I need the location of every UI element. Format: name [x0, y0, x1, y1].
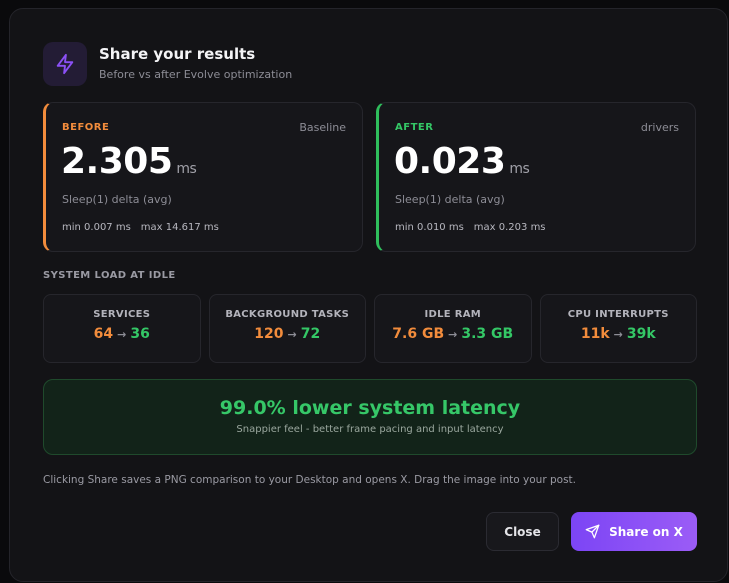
stat-before-value: 120: [254, 326, 284, 342]
stat-label: BACKGROUND TASKS: [225, 309, 350, 320]
after-max: max 0.203 ms: [473, 222, 546, 233]
dialog-subtitle: Before vs after Evolve optimization: [99, 68, 293, 81]
after-label: AFTER: [395, 122, 434, 133]
stat-after-value: 36: [130, 326, 150, 342]
before-description: Sleep(1) delta (avg): [62, 193, 172, 206]
arrow-right-icon: →: [287, 328, 297, 341]
stat-before-value: 11k: [580, 326, 610, 342]
system-load-stats: SERVICES 64 → 36 BACKGROUND TASKS 120 → 72 I…: [43, 294, 697, 363]
stat-label: SERVICES: [93, 309, 151, 320]
stat-after-value: 72: [300, 326, 321, 342]
before-range: min 0.007 ms max 14.617 ms: [62, 222, 219, 233]
after-value-unit: ms: [509, 161, 530, 177]
stat-after-value: 39k: [626, 326, 656, 342]
stat-before-value: 7.6 GB: [392, 326, 445, 342]
stat-background-tasks: BACKGROUND TASKS 120 → 72: [208, 294, 366, 363]
share-on-x-button[interactable]: Share on X: [571, 512, 697, 551]
after-description: Sleep(1) delta (avg): [395, 193, 505, 206]
stat-cpu-interrupts: CPU INTERRUPTS 11k → 39k: [539, 294, 697, 363]
stat-values: 7.6 GB → 3.3 GB: [375, 326, 531, 342]
improvement-subtitle: Snappier feel - better frame pacing and …: [236, 424, 504, 435]
stat-idle-ram: IDLE RAM 7.6 GB → 3.3 GB: [374, 294, 532, 363]
after-min: min 0.010 ms: [395, 222, 464, 233]
stat-before-value: 64: [93, 326, 114, 342]
arrow-right-icon: →: [448, 328, 458, 341]
before-label: BEFORE: [62, 122, 110, 133]
share-button-label: Share on X: [609, 524, 683, 539]
before-max: max 14.617 ms: [140, 222, 219, 233]
send-icon: [585, 524, 600, 539]
before-min: min 0.007 ms: [62, 222, 131, 233]
after-value: 0.023 ms: [394, 141, 530, 182]
after-range: min 0.010 ms max 0.203 ms: [395, 222, 546, 233]
arrow-right-icon: →: [117, 328, 127, 341]
before-tag: Baseline: [299, 121, 346, 134]
improvement-title: 99.0% lower system latency: [219, 397, 521, 419]
system-load-label: SYSTEM LOAD AT IDLE: [43, 270, 176, 281]
stat-after-value: 3.3 GB: [461, 326, 514, 342]
stat-values: 11k → 39k: [541, 326, 697, 342]
header-icon-badge: [43, 42, 87, 86]
stat-values: 120 → 72: [210, 326, 366, 342]
dialog-title: Share your results: [99, 45, 256, 63]
lightning-icon: [56, 53, 74, 75]
before-value-unit: ms: [176, 161, 197, 177]
stat-values: 64 → 36: [44, 326, 200, 342]
after-value-number: 0.023: [394, 141, 506, 182]
arrow-right-icon: →: [613, 328, 623, 341]
before-value: 2.305 ms: [61, 141, 197, 182]
stat-services: SERVICES 64 → 36: [43, 294, 201, 363]
before-card: BEFORE Baseline 2.305 ms Sleep(1) delta (…: [43, 102, 363, 252]
after-tag: drivers: [640, 121, 679, 134]
close-button-label: Close: [504, 524, 541, 539]
before-value-number: 2.305: [61, 141, 173, 182]
after-card: AFTER drivers 0.023 ms Sleep(1) delta (av…: [376, 102, 696, 252]
close-button[interactable]: Close: [486, 512, 559, 551]
share-note: Clicking Share saves a PNG comparison to…: [43, 474, 576, 486]
stat-label: CPU INTERRUPTS: [567, 309, 669, 320]
share-results-dialog: Share your results Before vs after Evolv…: [9, 8, 728, 582]
stat-label: IDLE RAM: [424, 309, 481, 320]
improvement-banner: 99.0% lower system latency Snappier feel…: [43, 379, 697, 455]
